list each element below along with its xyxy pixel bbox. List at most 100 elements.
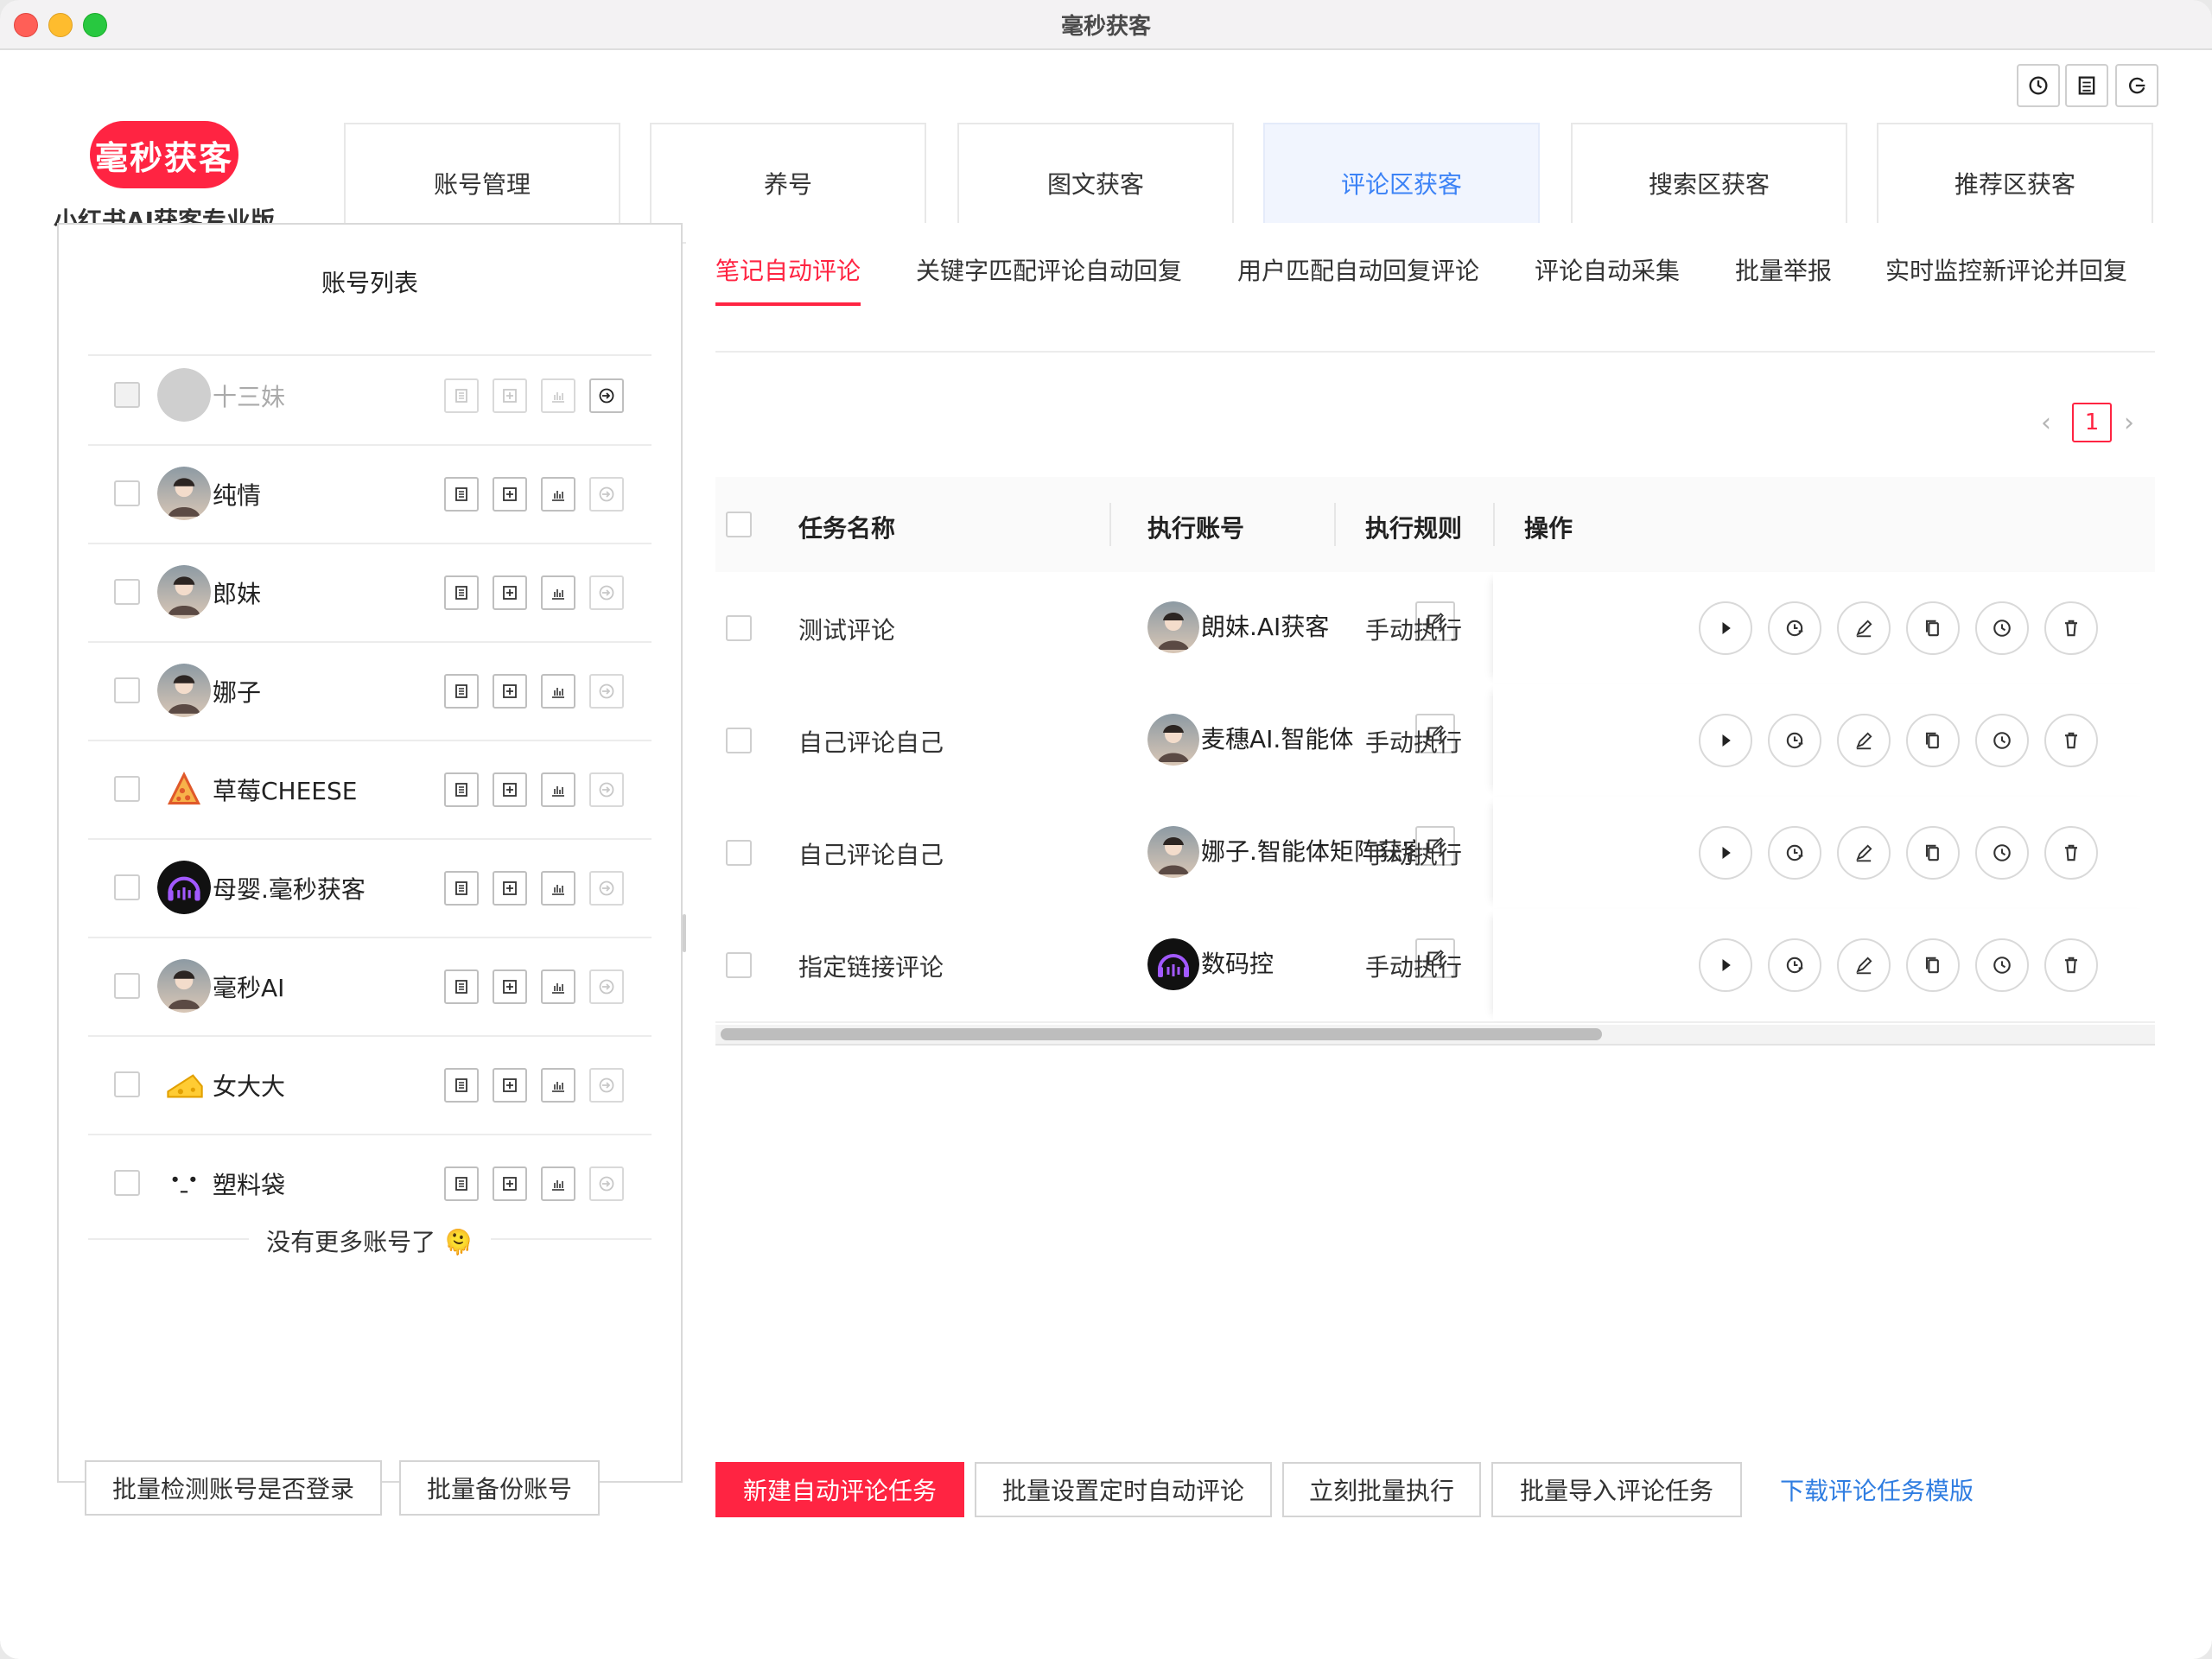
account-login-button[interactable] bbox=[589, 477, 624, 512]
account-login-button[interactable] bbox=[589, 1166, 624, 1201]
delete-task-button[interactable] bbox=[2044, 714, 2098, 767]
account-row[interactable]: 塑料袋 bbox=[59, 1134, 681, 1232]
table-row[interactable]: 自己评论自己 娜子.智能体矩阵获客 手动执行 bbox=[715, 797, 2155, 911]
account-login-button[interactable] bbox=[589, 674, 624, 709]
run-task-button[interactable] bbox=[1699, 601, 1752, 655]
schedule-task-button[interactable] bbox=[1768, 938, 1821, 992]
copy-task-button[interactable] bbox=[1906, 938, 1960, 992]
account-add-button[interactable] bbox=[493, 969, 527, 1004]
pager-next-button[interactable]: › bbox=[2124, 408, 2134, 438]
account-detail-button[interactable] bbox=[444, 378, 479, 413]
account-stats-button[interactable] bbox=[541, 1166, 575, 1201]
delete-task-button[interactable] bbox=[2044, 938, 2098, 992]
account-checkbox[interactable] bbox=[114, 579, 140, 605]
account-add-button[interactable] bbox=[493, 575, 527, 610]
account-row[interactable]: 郎妹 bbox=[59, 543, 681, 641]
account-checkbox[interactable] bbox=[114, 1170, 140, 1196]
task-history-button[interactable] bbox=[1975, 938, 2029, 992]
batch-backup-button[interactable]: 批量备份账号 bbox=[399, 1460, 600, 1516]
pager-prev-button[interactable]: ‹ bbox=[2041, 408, 2051, 438]
task-history-button[interactable] bbox=[1975, 826, 2029, 880]
table-row[interactable]: 自己评论自己 麦穗AI.智能体 手动执行 bbox=[715, 684, 2155, 798]
account-detail-button[interactable] bbox=[444, 1068, 479, 1103]
account-stats-button[interactable] bbox=[541, 674, 575, 709]
account-login-button[interactable] bbox=[589, 871, 624, 906]
schedule-task-button[interactable] bbox=[1768, 714, 1821, 767]
account-add-button[interactable] bbox=[493, 674, 527, 709]
account-login-button[interactable] bbox=[589, 1068, 624, 1103]
account-checkbox[interactable] bbox=[114, 677, 140, 703]
task-history-button[interactable] bbox=[1975, 714, 2029, 767]
account-stats-button[interactable] bbox=[541, 477, 575, 512]
tab-comment-collect[interactable]: 评论自动采集 bbox=[1535, 252, 1680, 287]
edit-task-button[interactable] bbox=[1837, 938, 1891, 992]
account-detail-button[interactable] bbox=[444, 575, 479, 610]
logout-button[interactable] bbox=[2115, 64, 2158, 107]
download-template-link[interactable]: 下载评论任务模版 bbox=[1780, 1472, 1974, 1507]
account-row[interactable]: 毫秒AI bbox=[59, 937, 681, 1035]
account-detail-button[interactable] bbox=[444, 674, 479, 709]
edit-task-button[interactable] bbox=[1837, 826, 1891, 880]
account-add-button[interactable] bbox=[493, 1068, 527, 1103]
account-row[interactable]: 纯情 bbox=[59, 444, 681, 543]
batch-check-login-button[interactable]: 批量检测账号是否登录 bbox=[85, 1460, 382, 1516]
account-stats-button[interactable] bbox=[541, 575, 575, 610]
new-task-button[interactable]: 新建自动评论任务 bbox=[715, 1462, 964, 1517]
row-checkbox[interactable] bbox=[726, 615, 752, 641]
delete-task-button[interactable] bbox=[2044, 826, 2098, 880]
edit-task-button[interactable] bbox=[1837, 601, 1891, 655]
table-row[interactable]: 测试评论 朗妹.AI获客 手动执行 bbox=[715, 572, 2155, 686]
account-stats-button[interactable] bbox=[541, 969, 575, 1004]
account-add-button[interactable] bbox=[493, 378, 527, 413]
schedule-task-button[interactable] bbox=[1768, 601, 1821, 655]
copy-task-button[interactable] bbox=[1906, 826, 1960, 880]
horizontal-scrollbar[interactable] bbox=[715, 1025, 2155, 1046]
copy-task-button[interactable] bbox=[1906, 714, 1960, 767]
run-task-button[interactable] bbox=[1699, 826, 1752, 880]
log-button[interactable] bbox=[2065, 64, 2108, 107]
account-row[interactable]: 女大大 bbox=[59, 1035, 681, 1134]
run-task-button[interactable] bbox=[1699, 714, 1752, 767]
account-checkbox[interactable] bbox=[114, 382, 140, 408]
select-all-checkbox[interactable] bbox=[726, 512, 752, 537]
account-row[interactable]: 娜子 bbox=[59, 641, 681, 740]
account-add-button[interactable] bbox=[493, 772, 527, 807]
account-stats-button[interactable] bbox=[541, 1068, 575, 1103]
tab-batch-report[interactable]: 批量举报 bbox=[1735, 252, 1832, 287]
row-checkbox[interactable] bbox=[726, 952, 752, 978]
copy-task-button[interactable] bbox=[1906, 601, 1960, 655]
account-stats-button[interactable] bbox=[541, 871, 575, 906]
tab-realtime-monitor[interactable]: 实时监控新评论并回复 bbox=[1885, 252, 2127, 287]
run-now-button[interactable]: 立刻批量执行 bbox=[1282, 1462, 1481, 1517]
account-checkbox[interactable] bbox=[114, 874, 140, 900]
scrollbar-thumb[interactable] bbox=[721, 1028, 1602, 1040]
tab-keyword-reply[interactable]: 关键字匹配评论自动回复 bbox=[916, 252, 1182, 287]
account-detail-button[interactable] bbox=[444, 772, 479, 807]
row-checkbox[interactable] bbox=[726, 728, 752, 753]
account-add-button[interactable] bbox=[493, 871, 527, 906]
account-add-button[interactable] bbox=[493, 1166, 527, 1201]
history-button[interactable] bbox=[2017, 64, 2060, 107]
account-checkbox[interactable] bbox=[114, 973, 140, 999]
account-checkbox[interactable] bbox=[114, 776, 140, 802]
account-login-button[interactable] bbox=[589, 772, 624, 807]
account-detail-button[interactable] bbox=[444, 969, 479, 1004]
account-add-button[interactable] bbox=[493, 477, 527, 512]
account-stats-button[interactable] bbox=[541, 772, 575, 807]
account-detail-button[interactable] bbox=[444, 1166, 479, 1201]
account-row[interactable]: 十三妹 bbox=[59, 346, 681, 444]
account-login-button[interactable] bbox=[589, 969, 624, 1004]
tab-note-auto-comment[interactable]: 笔记自动评论 bbox=[715, 252, 861, 287]
import-tasks-button[interactable]: 批量导入评论任务 bbox=[1491, 1462, 1742, 1517]
tab-user-reply[interactable]: 用户匹配自动回复评论 bbox=[1237, 252, 1479, 287]
account-row[interactable]: 草莓CHEESE bbox=[59, 740, 681, 838]
account-detail-button[interactable] bbox=[444, 871, 479, 906]
run-task-button[interactable] bbox=[1699, 938, 1752, 992]
batch-schedule-button[interactable]: 批量设置定时自动评论 bbox=[975, 1462, 1272, 1517]
task-history-button[interactable] bbox=[1975, 601, 2029, 655]
account-checkbox[interactable] bbox=[114, 480, 140, 506]
account-detail-button[interactable] bbox=[444, 477, 479, 512]
account-login-button[interactable] bbox=[589, 575, 624, 610]
row-checkbox[interactable] bbox=[726, 840, 752, 866]
account-checkbox[interactable] bbox=[114, 1071, 140, 1097]
